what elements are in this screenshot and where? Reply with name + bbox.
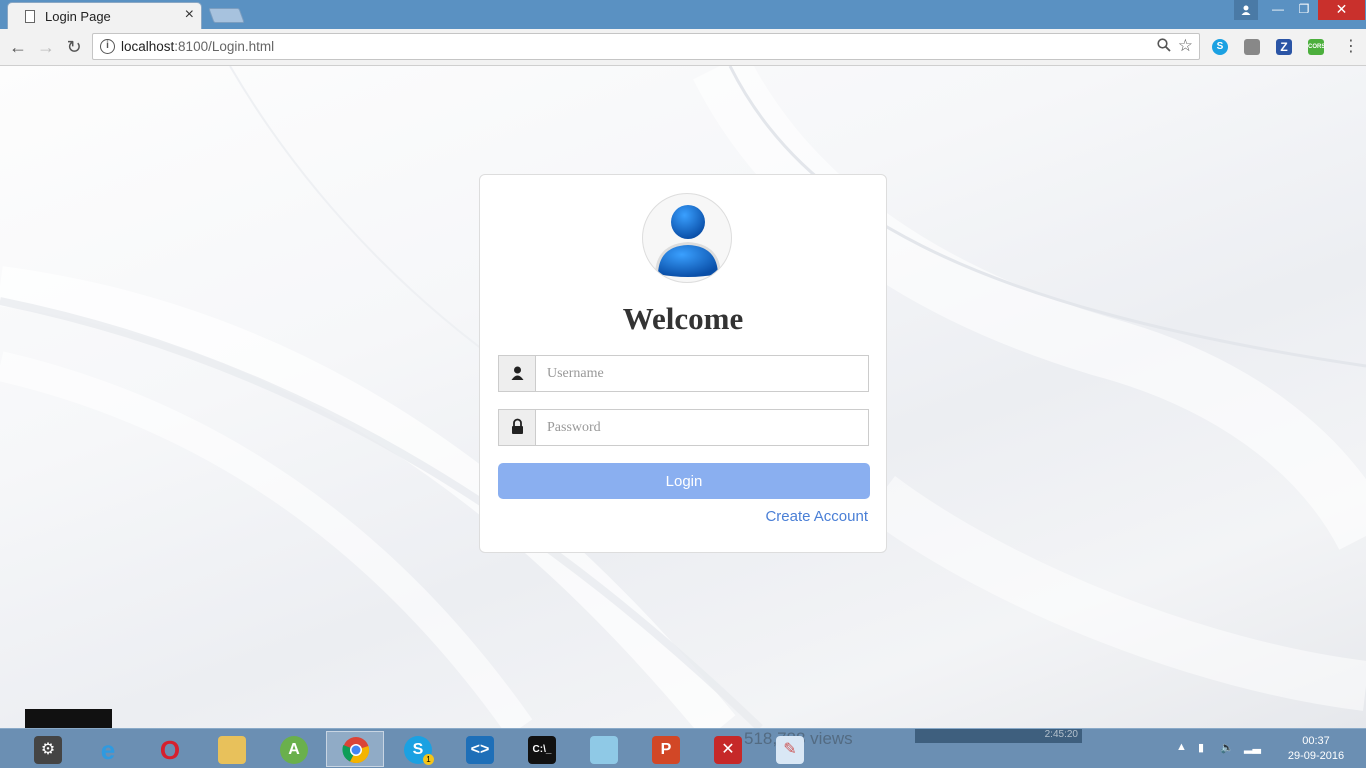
zotero-extension-icon[interactable]: Z <box>1276 39 1292 55</box>
create-account-link[interactable]: Create Account <box>765 508 868 525</box>
clock-time: 00:37 <box>1302 735 1330 747</box>
tray-network-icon[interactable]: ▂▃ <box>1244 741 1261 755</box>
taskbar-ie-icon[interactable]: e <box>78 731 136 767</box>
bookmark-star-icon[interactable]: ☆ <box>1178 36 1193 56</box>
close-window-button[interactable]: ✕ <box>1318 0 1365 20</box>
back-arrow-icon[interactable]: ← <box>8 37 28 57</box>
page-icon <box>25 10 35 23</box>
taskbar-vscode-icon[interactable]: <> <box>450 731 508 767</box>
tray-battery-icon[interactable]: ▮ <box>1198 741 1210 755</box>
page-viewport: Welcome Login Create Account <box>0 66 1366 728</box>
password-input[interactable] <box>537 410 868 445</box>
pocket-extension-icon[interactable] <box>1244 39 1260 55</box>
login-card: Welcome Login Create Account <box>479 174 887 553</box>
skype-badge: 1 <box>423 754 434 765</box>
username-field <box>498 355 869 392</box>
taskbar-app-icon[interactable] <box>574 731 632 767</box>
taskbar-paint-icon[interactable]: ✎ <box>760 731 818 767</box>
overlay-widget <box>25 709 112 728</box>
browser-titlebar: Login Page × — ❐ ✕ <box>0 0 1366 29</box>
minimize-button[interactable]: — <box>1264 0 1292 20</box>
taskbar-cmd-icon[interactable]: C:\_ <box>512 731 570 767</box>
info-icon[interactable]: i <box>100 39 115 54</box>
user-icon <box>499 356 536 391</box>
taskbar-clock[interactable]: 00:37 29-09-2016 <box>1276 734 1356 764</box>
page-title: Welcome <box>622 301 744 336</box>
taskbar-file-explorer-icon[interactable] <box>202 731 260 767</box>
user-avatar-icon <box>642 193 732 283</box>
menu-icon[interactable]: ⋮ <box>1343 37 1359 57</box>
tab-title: Login Page <box>45 9 111 24</box>
taskbar: 518,788 views 2:45:20 ⚙ e O A S 1 <> C:\… <box>0 728 1366 768</box>
zoom-icon[interactable] <box>1157 38 1171 56</box>
lock-icon <box>499 410 536 445</box>
taskbar-chrome-icon[interactable] <box>326 731 384 767</box>
taskbar-android-studio-icon[interactable]: A <box>264 731 322 767</box>
maximize-button[interactable]: ❐ <box>1290 0 1318 20</box>
login-button[interactable]: Login <box>498 463 870 499</box>
skype-extension-icon[interactable]: S <box>1212 39 1228 55</box>
taskbar-skype-icon[interactable]: S 1 <box>388 731 446 767</box>
username-input[interactable] <box>537 356 868 391</box>
tab-close-icon[interactable]: × <box>185 7 194 23</box>
browser-toolbar: ← → ↻ i localhost:8100/Login.html ☆ S Z … <box>0 29 1366 66</box>
cors-extension-icon[interactable]: CORS <box>1308 39 1325 55</box>
taskbar-powerpoint-icon[interactable]: P <box>636 731 694 767</box>
clock-date: 29-09-2016 <box>1287 750 1345 762</box>
profile-icon[interactable] <box>1234 0 1258 20</box>
background-time-text: 2:45:20 <box>915 729 1082 743</box>
address-bar[interactable]: i localhost:8100/Login.html ☆ <box>92 33 1200 60</box>
password-field <box>498 409 869 446</box>
forward-arrow-icon[interactable]: → <box>36 37 56 57</box>
tray-volume-icon[interactable]: 🔈 <box>1220 741 1234 755</box>
url-text[interactable]: localhost:8100/Login.html <box>121 39 274 54</box>
tab-login-page[interactable]: Login Page × <box>7 2 202 29</box>
new-tab-button[interactable] <box>208 8 245 23</box>
taskbar-app2-icon[interactable]: ✕ <box>698 731 756 767</box>
taskbar-opera-icon[interactable]: O <box>140 731 198 767</box>
taskbar-system-icon[interactable]: ⚙ <box>18 731 76 767</box>
tray-chevron-icon[interactable]: ▲ <box>1176 741 1188 755</box>
reload-icon[interactable]: ↻ <box>64 37 84 57</box>
